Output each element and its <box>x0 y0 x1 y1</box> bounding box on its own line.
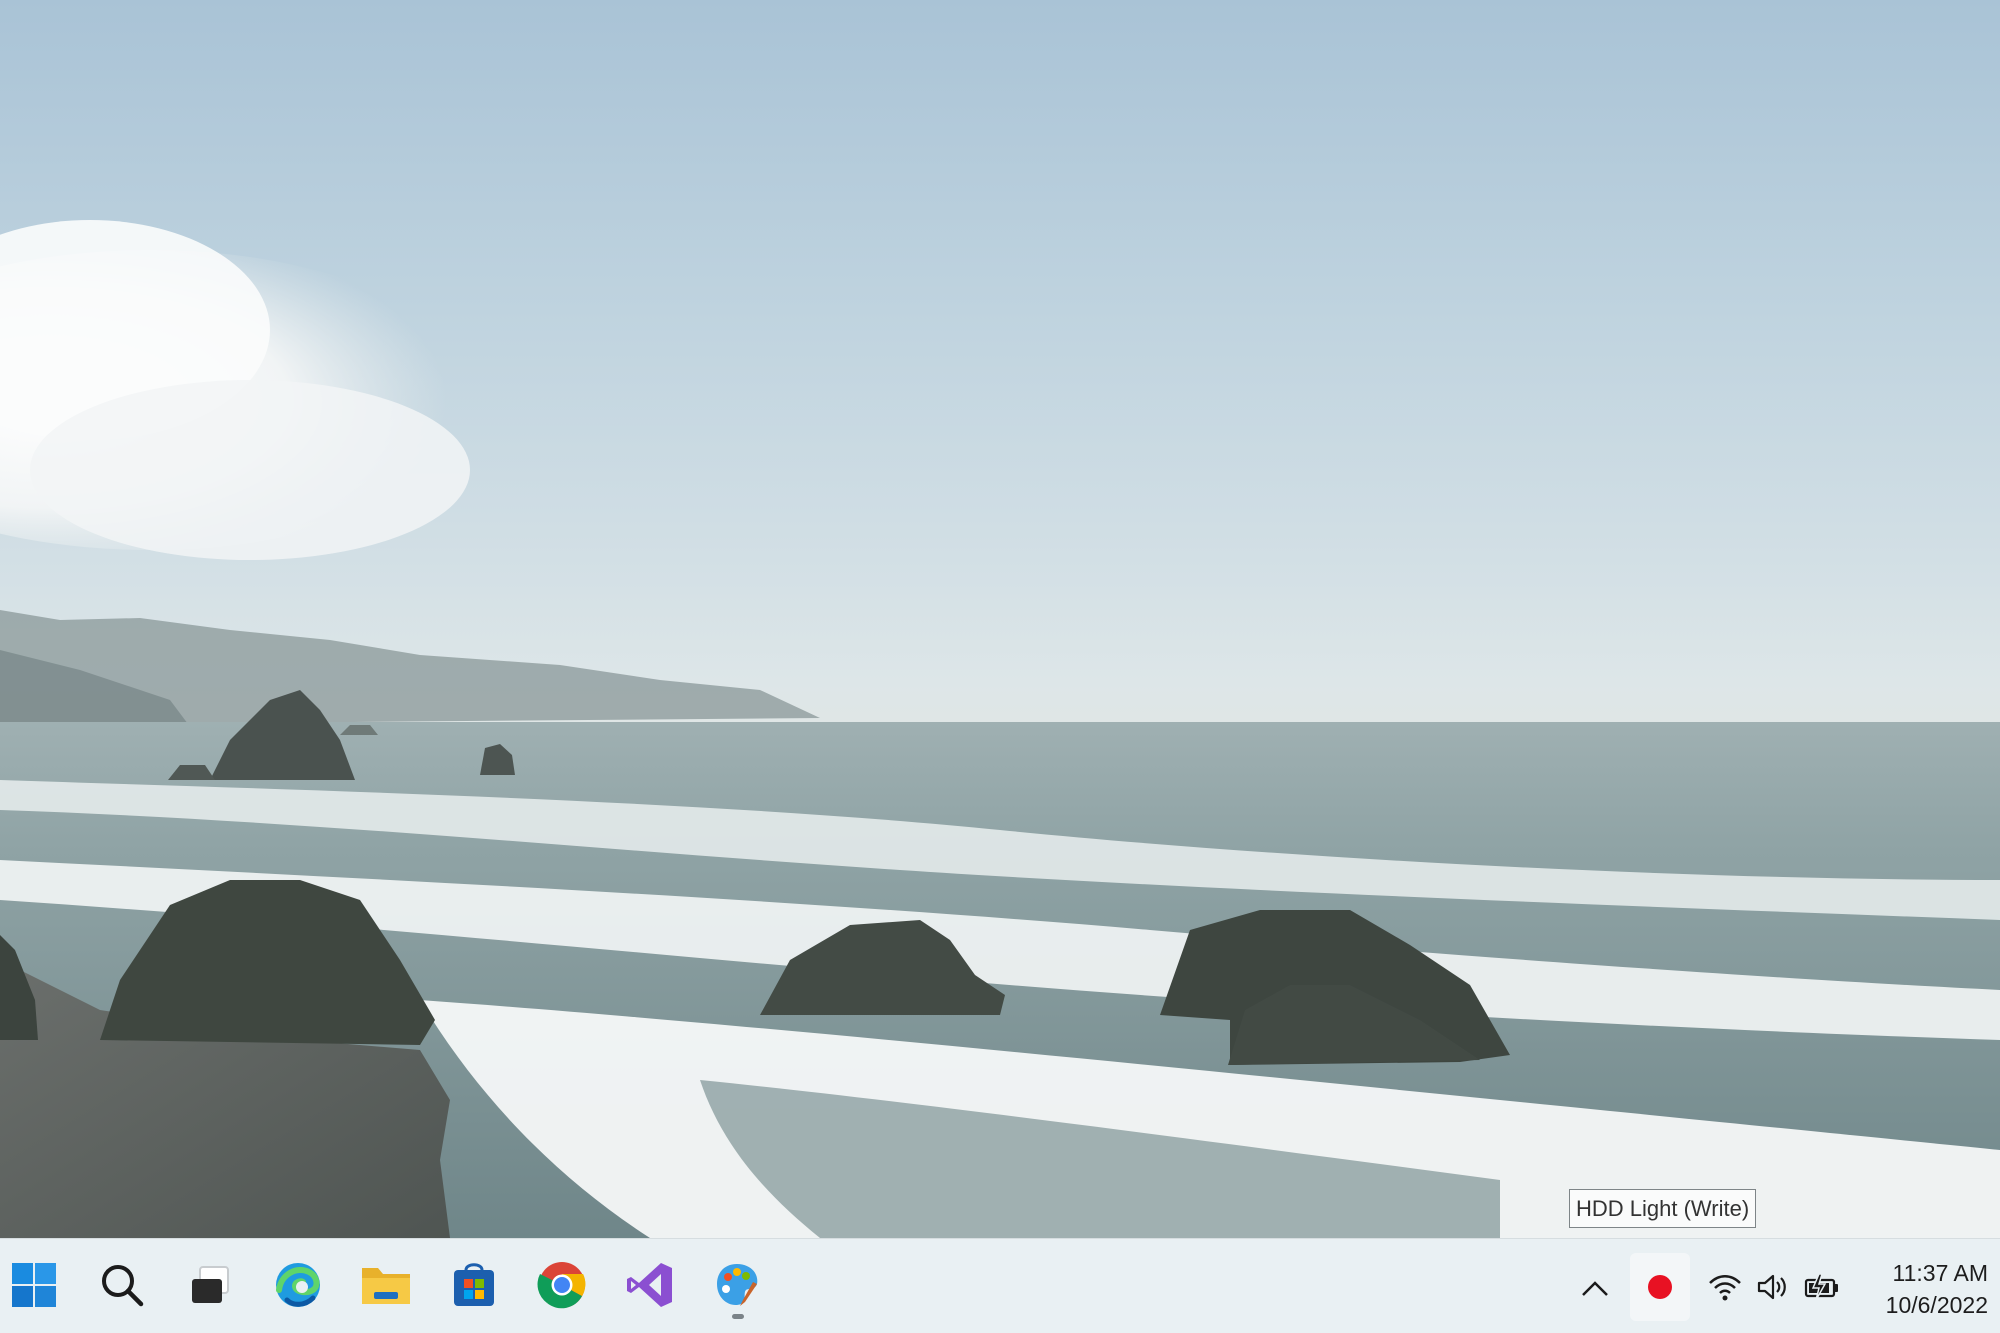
start-button[interactable] <box>2 1253 66 1317</box>
search-button[interactable] <box>90 1253 154 1317</box>
hdd-light-tray-icon[interactable] <box>1630 1253 1690 1321</box>
chrome-button[interactable] <box>530 1253 594 1317</box>
edge-button[interactable] <box>266 1253 330 1317</box>
battery-charging-icon <box>1805 1273 1839 1301</box>
running-indicator <box>732 1314 744 1319</box>
chevron-up-icon <box>1582 1281 1608 1296</box>
visual-studio-icon <box>627 1263 672 1307</box>
visual-studio-button[interactable] <box>618 1253 682 1317</box>
quick-settings-button[interactable] <box>1700 1261 1848 1313</box>
taskbar: 11:37 AM 10/6/2022 <box>0 1238 2000 1333</box>
clock-date: 10/6/2022 <box>1885 1292 1988 1318</box>
show-hidden-icons-button[interactable] <box>1570 1265 1620 1311</box>
hdd-light-tooltip: HDD Light (Write) <box>1569 1189 1757 1228</box>
paint-button[interactable] <box>706 1253 770 1319</box>
edge-icon <box>276 1263 320 1307</box>
windows-logo-icon <box>12 1263 56 1307</box>
volume-icon <box>1757 1274 1786 1300</box>
store-button[interactable] <box>442 1253 506 1317</box>
search-icon <box>102 1265 144 1307</box>
red-dot-icon <box>1648 1275 1672 1299</box>
wallpaper-scene <box>0 220 2000 1238</box>
folder-icon <box>362 1268 410 1304</box>
clock-time: 11:37 AM <box>1892 1260 1988 1286</box>
wifi-icon <box>1708 1275 1741 1301</box>
desktop-wallpaper <box>0 0 2000 1238</box>
tooltip-text: HDD Light (Write) <box>1576 1196 1750 1221</box>
store-icon <box>454 1263 494 1306</box>
chrome-icon <box>537 1262 586 1309</box>
clock-button[interactable]: 11:37 AM 10/6/2022 <box>1858 1257 1988 1321</box>
file-explorer-button[interactable] <box>354 1253 418 1317</box>
task-view-icon <box>192 1266 229 1303</box>
paint-palette-icon <box>717 1264 758 1306</box>
task-view-button[interactable] <box>178 1253 242 1317</box>
